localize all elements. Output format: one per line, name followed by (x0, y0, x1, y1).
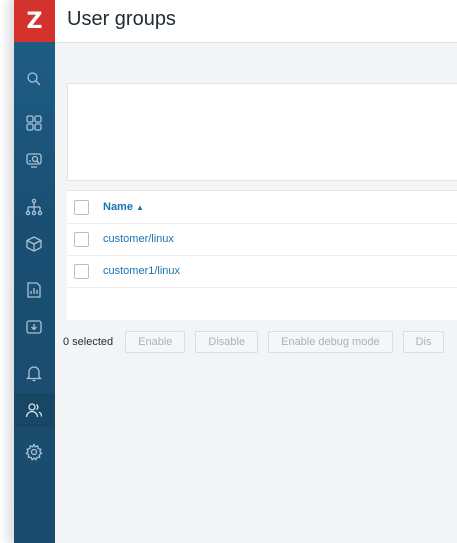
page-header: User groups (55, 0, 457, 43)
row-checkbox[interactable] (74, 231, 89, 247)
alerts-bell-icon[interactable] (23, 362, 45, 384)
row-checkbox[interactable] (74, 263, 89, 279)
user-group-link[interactable]: customer1/linux (103, 265, 180, 277)
sort-ascending-icon: ▲ (135, 202, 144, 212)
column-header-name[interactable]: Name (103, 201, 133, 213)
disable-button[interactable]: Disable (195, 331, 259, 353)
table-header-row: Name ▲ (67, 191, 457, 224)
dashboard-icon[interactable] (23, 112, 45, 134)
selected-count: 0 selected (63, 336, 114, 348)
page-title: User groups (67, 8, 176, 30)
network-icon[interactable] (23, 196, 45, 218)
select-all-checkbox[interactable] (74, 199, 89, 215)
user-groups-table: Name ▲ customer/linux customer1/linux (67, 190, 457, 320)
disable-debug-mode-button[interactable]: Dis (402, 331, 445, 353)
enable-debug-mode-button[interactable]: Enable debug mode (268, 331, 393, 353)
table-row: customer/linux (67, 223, 457, 256)
sidebar-edge (0, 0, 14, 543)
settings-gear-icon[interactable] (23, 441, 45, 463)
sidebar: Z (14, 0, 55, 543)
enable-button[interactable]: Enable (125, 331, 186, 353)
filter-panel (67, 83, 457, 181)
bulk-actions-bar: 0 selected Enable Disable Enable debug m… (63, 330, 445, 354)
monitoring-icon[interactable] (23, 149, 45, 171)
data-collection-icon[interactable] (23, 316, 45, 338)
reports-icon[interactable] (23, 279, 45, 301)
zabbix-logo[interactable]: Z (14, 0, 55, 42)
search-icon[interactable] (23, 68, 45, 90)
user-group-link[interactable]: customer/linux (103, 233, 174, 245)
users-icon[interactable] (23, 399, 45, 421)
table-row: customer1/linux (67, 255, 457, 288)
main-content: User groups Name ▲ customer/linux custom… (55, 0, 457, 543)
inventory-cube-icon[interactable] (23, 233, 45, 255)
